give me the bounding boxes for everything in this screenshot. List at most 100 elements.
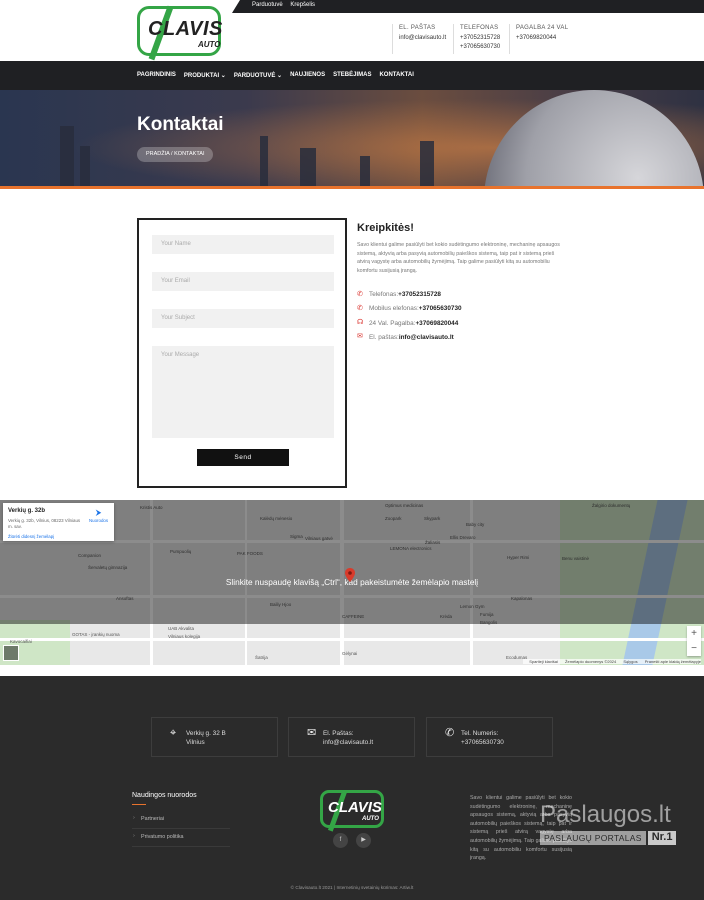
logo-brand: CLAVIS [148,18,223,40]
footer: ⌖ Verkių g. 32 B Vilnius ✉ El. Paštas: i… [0,676,704,900]
info-line-value[interactable]: info@clavisauto.lt [399,334,454,341]
footer-logo-sub: AUTO [362,816,379,822]
header-support-heading: PAGALBA 24 VAL [516,25,569,31]
header-support-value[interactable]: +37069820044 [516,34,568,44]
footer-phone-label: Tel. Numeris: [461,730,499,737]
paslaugos-badge[interactable]: Paslaugos.lt PASLAUGŲ PORTALAS Nr.1 [540,801,678,845]
map-terms-link[interactable]: Sąlygos [623,659,637,664]
footer-link-partners[interactable]: Partneriai [132,815,230,829]
info-line-support: ☊ 24 Val. Pagalba: +37069820044 [357,316,567,330]
hero-accent-line [0,186,704,189]
nav-item-tracking[interactable]: STEBĖJIMAS [333,72,371,79]
hero-building [60,126,74,186]
info-line-label: Telefonas: [369,291,399,299]
map-label: Kavocaifiai [10,639,32,644]
footer-phone-box: ✆ Tel. Numeris: +37065630730 [426,717,553,757]
name-input[interactable]: Your Name [152,235,334,254]
info-line-label: 24 Val. Pagalba: [369,319,416,327]
google-map[interactable]: Kristis Auto Optimus medicinas Žalgirio … [0,500,704,665]
map-directions-button[interactable]: ⮞ Nuorodos [89,508,108,523]
mail-icon: ✉ [307,727,317,739]
subject-input[interactable]: Your Subject [152,309,334,328]
info-line-value[interactable]: +37065630730 [419,305,462,312]
page: Parduotuvė Krepšelis CLAVIS AUTO EL. PAŠ… [0,0,704,900]
footer-address-line2: Vilnius [186,739,205,746]
header-email-value[interactable]: info@clavisauto.lt [399,34,446,44]
nav-item-home[interactable]: PAGRINDINIS [137,72,176,79]
footer-address-box: ⌖ Verkių g. 32 B Vilnius [151,717,278,757]
map-label: GOTAS - įrankių nuoma [72,632,120,637]
nav-item-products[interactable]: PRODUKTAI ⌄ [184,72,226,79]
contact-info-text: Savo klientui galime pasiūlyti bet kokio… [357,242,560,274]
headset-icon: ☊ [357,319,364,327]
facebook-icon[interactable]: f [333,833,348,848]
nav-item-news[interactable]: NAUJIENOS [290,72,325,79]
email-input[interactable]: Your Email [152,272,334,291]
map-attribution: Spartieji klavišai Žemėlapio duomenys ©2… [523,659,701,664]
footer-email-box: ✉ El. Paštas: info@clavisauto.lt [288,717,415,757]
footer-address-line1: Verkių g. 32 B [186,730,226,737]
mail-icon: ✉ [357,333,363,341]
info-line-value[interactable]: +37069820044 [415,320,458,327]
map-shortcuts-link[interactable]: Spartieji klavišai [529,659,558,664]
info-line-value[interactable]: +37052315728 [398,291,441,298]
hero-building [360,156,370,186]
page-title: Kontaktai [137,114,224,135]
map-satellite-toggle[interactable] [3,645,19,661]
map-road [0,638,704,641]
map-zoom-control: + − [687,626,701,656]
contact-form: Your Name Your Email Your Subject Your M… [137,218,347,488]
phone-icon: ✆ [445,727,455,739]
map-place-card: Verkių g. 32b Verkių g. 32b, Vilnius, 08… [3,503,114,541]
footer-logo-brand: CLAVIS [328,799,382,816]
contact-info-title: Kreipkitės! [357,222,414,234]
directions-icon: ⮞ [95,508,102,517]
info-line-label: Mobilus elefonas: [369,305,419,313]
phone-icon: ✆ [357,290,363,298]
map-report-link[interactable]: Pranešti apie klaidą žemėlapyje [645,659,701,664]
footer-email-value[interactable]: info@clavisauto.lt [323,738,373,747]
nav-item-shop[interactable]: PARDUOTUVĖ ⌄ [234,72,282,79]
map-label: Šatrija [255,655,268,660]
top-link-cart[interactable]: Krepšelis [290,2,315,8]
zoom-in-button[interactable]: + [687,626,701,641]
footer-link-privacy[interactable]: Privatumo politika [132,833,230,847]
header-phone-heading: TELEFONAS [460,25,499,31]
map-label: Vilniaus kolegija [168,634,201,639]
send-button[interactable]: Send [197,449,289,466]
zoom-out-button[interactable]: − [687,641,701,656]
map-place-title: Verkių g. 32b [8,508,46,514]
hero-building [420,141,434,186]
hero-building [260,136,268,186]
info-line-email: ✉ El. paštas: info@clavisauto.lt [357,330,567,344]
map-place-address: Verkių g. 32b, Vilnius, 08223 Vilniaus m… [8,518,81,529]
footer-logo[interactable]: CLAVIS AUTO [320,790,384,832]
info-line-phone: ✆ Telefonas: +37052315728 [357,287,567,301]
message-textarea[interactable]: Your Message [152,346,334,438]
map-label: UAB Akvalita [168,626,195,631]
site-logo[interactable]: CLAVIS AUTO [137,5,223,61]
map-label: Gėlynai [342,651,358,656]
logo-sub: AUTO [198,40,221,49]
breadcrumb[interactable]: PRADŽIA / KONTAKTAI [137,147,214,162]
header-phone-value-1[interactable]: +37052315728 [460,34,500,44]
main-nav: PAGRINDINIS PRODUKTAI ⌄ PARDUOTUVĖ ⌄ NAU… [0,61,704,90]
youtube-icon[interactable]: ▶ [356,833,371,848]
top-link-shop[interactable]: Parduotuvė [252,2,283,8]
location-icon: ⌖ [170,727,177,739]
header-email: EL. PAŠTAS info@clavisauto.lt [392,24,446,54]
badge-rank: Nr.1 [647,831,677,845]
header-email-heading: EL. PAŠTAS [399,25,436,31]
map-pin-icon[interactable] [345,568,355,582]
info-line-mobile: ✆ Mobilus elefonas: +37065630730 [357,302,567,316]
mobile-icon: ✆ [357,304,363,312]
nav-item-contacts[interactable]: KONTAKTAI [379,72,413,79]
header-phone-value-2[interactable]: +37065630730 [460,43,500,53]
contact-info: Kreipkitės! Savo klientui galime pasiūly… [357,222,567,345]
info-line-label: El. paštas: [369,333,399,341]
footer-phone-value[interactable]: +37065630730 [461,738,504,747]
map-larger-link[interactable]: Žiūrėti didesnį žemėlapį [8,534,54,539]
map-directions-label: Nuorodos [89,518,109,523]
badge-subtitle: PASLAUGŲ PORTALAS [540,831,646,845]
header-support: PAGALBA 24 VAL +37069820044 [509,24,568,54]
